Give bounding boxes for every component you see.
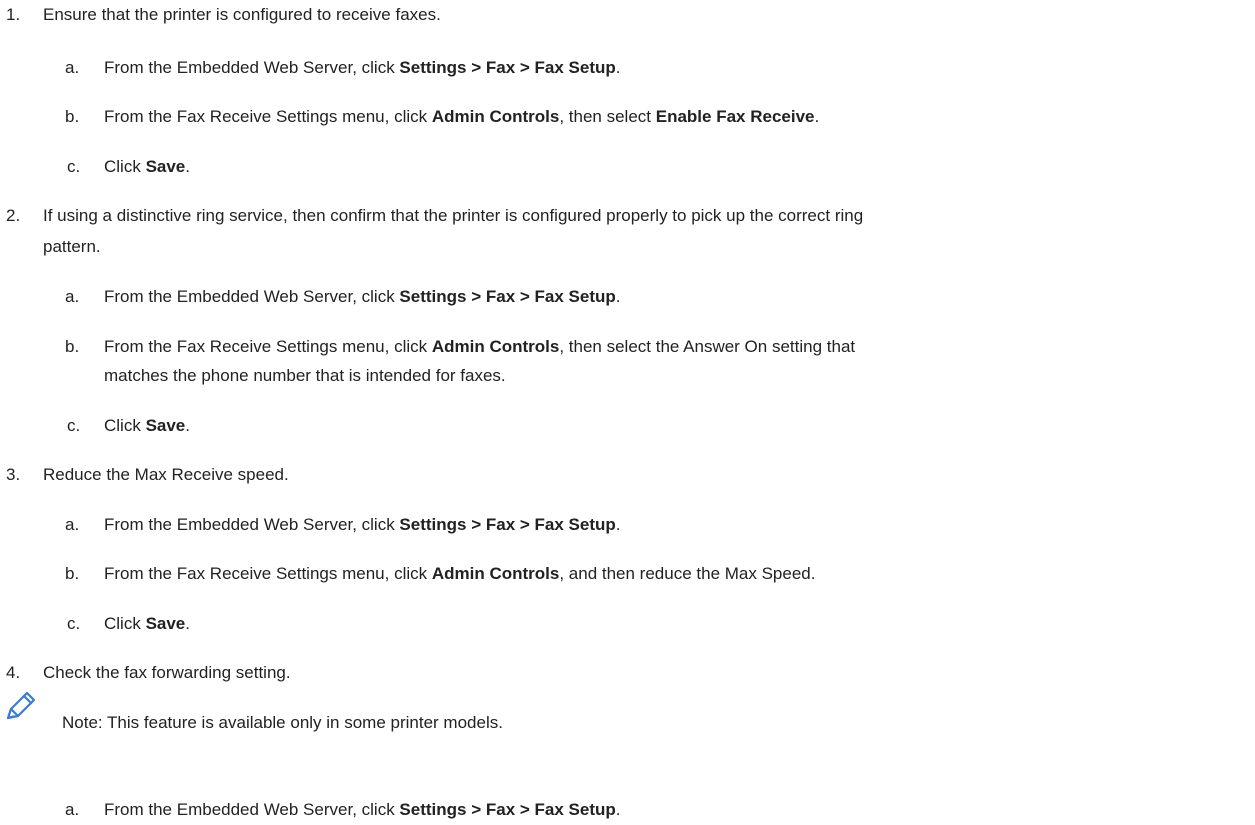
step-1b-letter: b. bbox=[65, 107, 80, 126]
step-2b-text-line1: From the Fax Receive Settings menu, clic… bbox=[104, 337, 856, 356]
step-3c-letter: c. bbox=[67, 614, 81, 633]
step-3a-text: From the Embedded Web Server, click Sett… bbox=[104, 515, 621, 534]
step-2a-letter: a. bbox=[65, 287, 80, 306]
step-1-number: 1. bbox=[6, 5, 21, 24]
step-3-text: Reduce the Max Receive speed. bbox=[43, 465, 289, 484]
step-1c-text: Click Save. bbox=[104, 157, 190, 176]
step-1a-letter: a. bbox=[65, 58, 80, 77]
step-1-text: Ensure that the printer is configured to… bbox=[43, 5, 441, 24]
step-4-number: 4. bbox=[6, 663, 21, 682]
step-1b-text: From the Fax Receive Settings menu, clic… bbox=[104, 107, 820, 126]
pencil-icon bbox=[6, 691, 36, 720]
step-4a-letter: a. bbox=[65, 800, 80, 819]
step-2-text-line2: pattern. bbox=[43, 237, 101, 256]
step-3b-letter: b. bbox=[65, 564, 80, 583]
step-2-number: 2. bbox=[6, 206, 21, 225]
step-1a-text: From the Embedded Web Server, click Sett… bbox=[104, 58, 621, 77]
step-4a-text: From the Embedded Web Server, click Sett… bbox=[104, 800, 621, 819]
note-text: Note: This feature is available only in … bbox=[62, 713, 503, 732]
step-3a-letter: a. bbox=[65, 515, 80, 534]
step-2b-text-line2: matches the phone number that is intende… bbox=[104, 366, 506, 385]
step-1c-letter: c. bbox=[67, 157, 81, 176]
step-3-number: 3. bbox=[6, 465, 21, 484]
step-2a-text: From the Embedded Web Server, click Sett… bbox=[104, 287, 621, 306]
step-2b-letter: b. bbox=[65, 337, 80, 356]
step-2c-text: Click Save. bbox=[104, 416, 190, 435]
step-2c-letter: c. bbox=[67, 416, 81, 435]
step-2-text-line1: If using a distinctive ring service, the… bbox=[43, 206, 864, 225]
step-3c-text: Click Save. bbox=[104, 614, 190, 633]
step-3b-text: From the Fax Receive Settings menu, clic… bbox=[104, 564, 816, 583]
step-4-text: Check the fax forwarding setting. bbox=[43, 663, 291, 682]
